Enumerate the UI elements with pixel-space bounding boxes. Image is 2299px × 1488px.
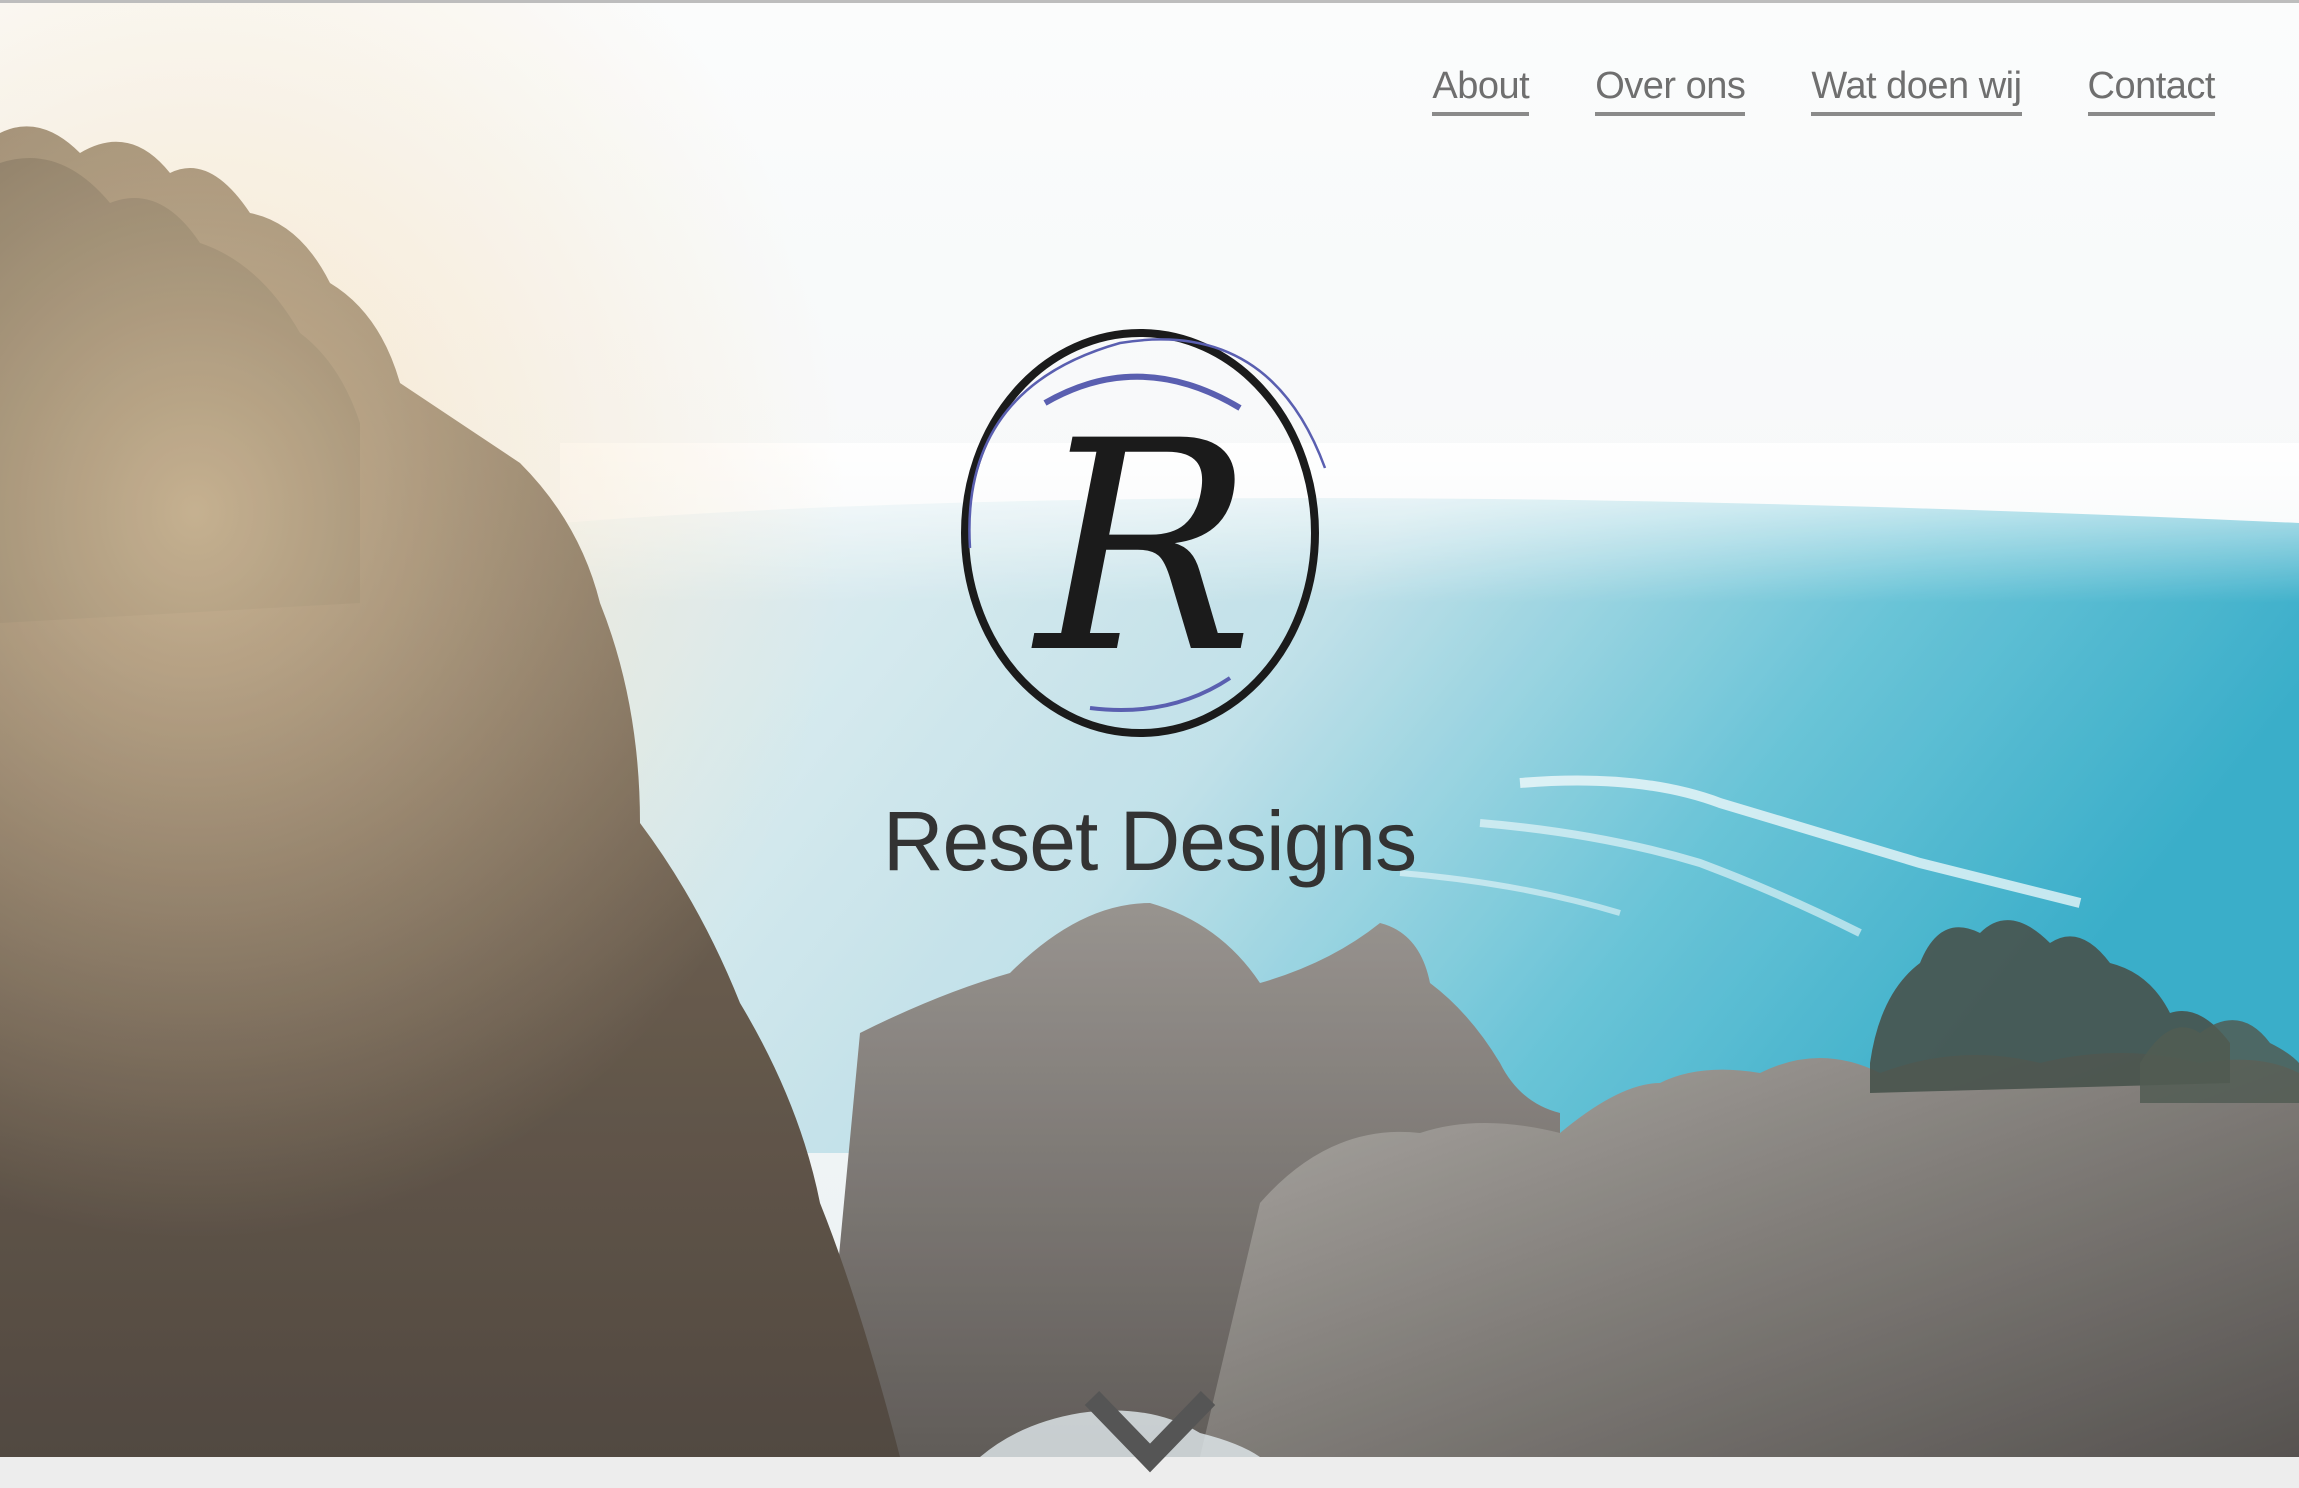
chevron-down-icon[interactable] [1082, 1388, 1218, 1488]
nav-link-over-ons[interactable]: Over ons [1595, 65, 1746, 116]
nav-link-wat-doen-wij[interactable]: Wat doen wij [1811, 65, 2022, 116]
page: About Over ons Wat doen wij Contact R Re… [0, 0, 2299, 1488]
nav-link-contact[interactable]: Contact [2087, 65, 2216, 116]
brand-name: Reset Designs [882, 794, 1417, 888]
nav-link-about[interactable]: About [1432, 65, 1530, 116]
logo-letter: R [1031, 380, 1254, 717]
hero-section: About Over ons Wat doen wij Contact R Re… [0, 3, 2299, 1457]
main-navigation: About Over ons Wat doen wij Contact [1432, 65, 2216, 116]
reset-designs-logo: R [961, 329, 1327, 737]
